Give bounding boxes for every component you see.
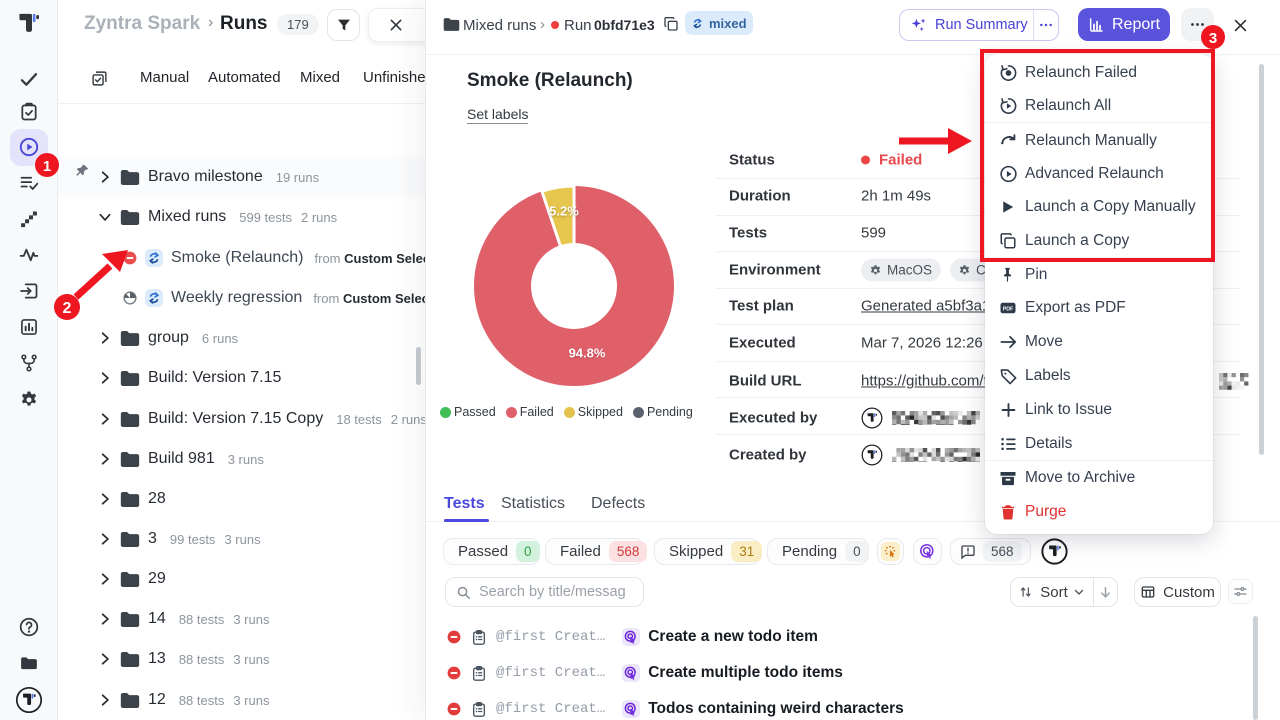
svg-text:PDF: PDF [1003, 306, 1014, 312]
